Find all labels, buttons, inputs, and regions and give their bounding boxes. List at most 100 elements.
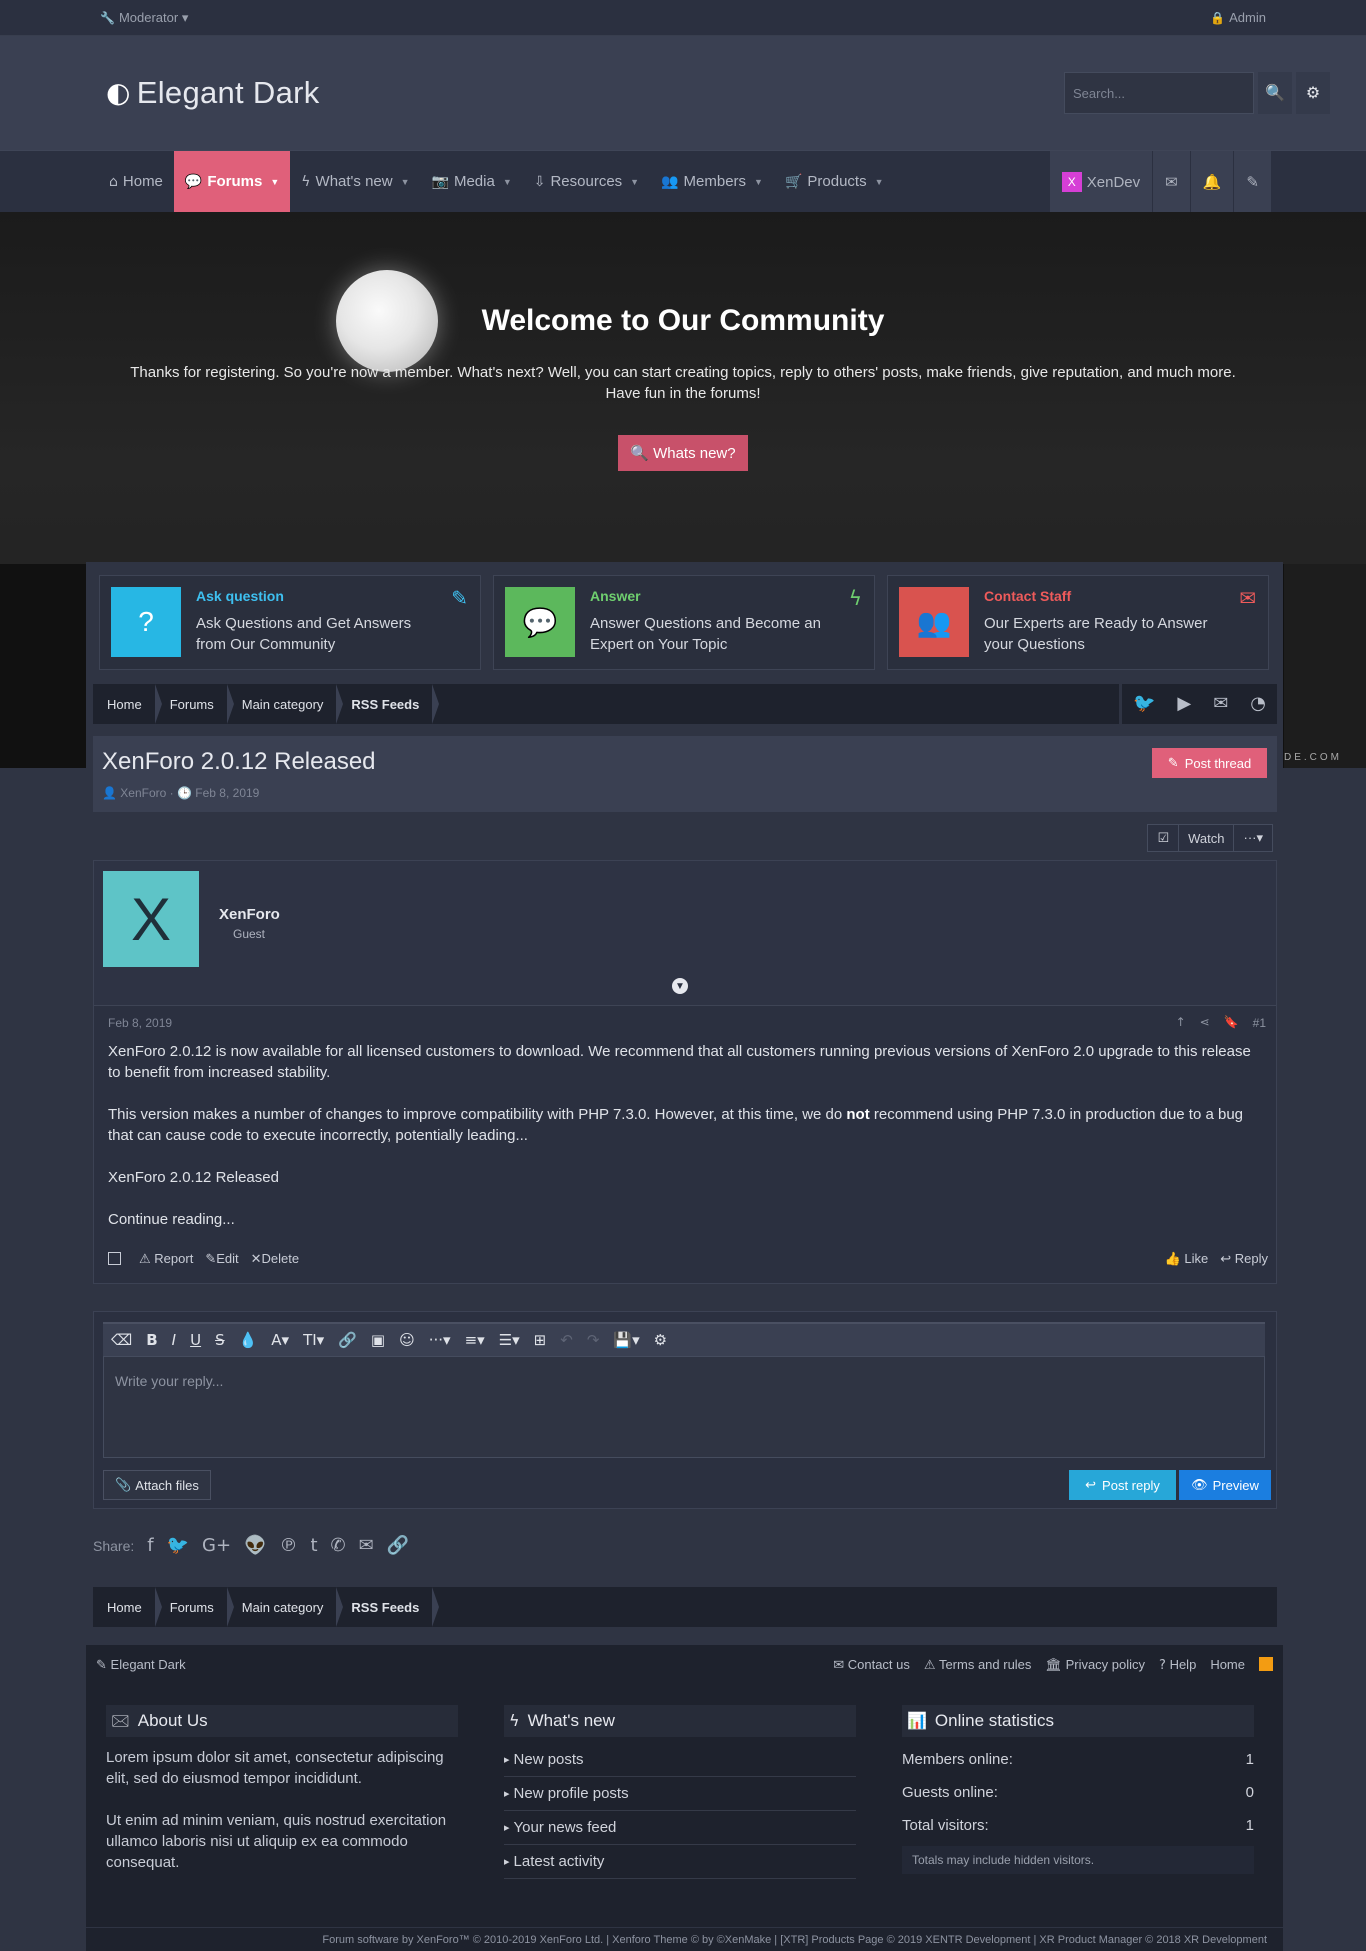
breadcrumb-main-category[interactable]: Main category: [228, 684, 344, 724]
card-ask-question[interactable]: ? Ask question Ask Questions and Get Answ…: [99, 575, 481, 670]
nav-resources[interactable]: ⇩ Resources ▼: [523, 151, 650, 212]
like-button[interactable]: 👍 Like: [1165, 1251, 1209, 1266]
smiley-icon[interactable]: ☺: [399, 1332, 415, 1348]
rss-icon[interactable]: [1259, 1657, 1273, 1671]
post-select-checkbox[interactable]: [108, 1252, 121, 1265]
continue-reading-link[interactable]: Continue reading...: [108, 1209, 1258, 1230]
eraser-icon[interactable]: ⌫: [111, 1332, 132, 1348]
list-item[interactable]: New profile posts: [504, 1777, 856, 1811]
search-button[interactable]: 🔍: [1258, 72, 1292, 114]
underline-icon[interactable]: U: [190, 1332, 201, 1348]
expand-icon[interactable]: ▼: [672, 978, 688, 994]
chevron-down-icon[interactable]: ▼: [503, 177, 512, 187]
nav-whats-new[interactable]: ϟ What's new ▼: [290, 151, 420, 212]
edit-post-button[interactable]: ✎Edit: [205, 1251, 238, 1266]
thread-author[interactable]: XenForo: [120, 786, 166, 800]
list-item[interactable]: New posts: [504, 1743, 856, 1777]
footer-help-link[interactable]: ? Help: [1159, 1657, 1196, 1672]
nav-products[interactable]: 🛒 Products ▼: [774, 151, 895, 212]
user-account-link[interactable]: X XenDev: [1048, 151, 1153, 213]
envelope-icon[interactable]: ✉: [1213, 695, 1228, 713]
footer-home-link[interactable]: Home: [1210, 1657, 1245, 1672]
edit-button[interactable]: ✎: [1233, 151, 1271, 213]
chevron-down-icon[interactable]: ▼: [754, 177, 763, 187]
nav-members[interactable]: 👥 Members ▼: [650, 151, 774, 212]
youtube-icon[interactable]: ▶: [1177, 695, 1191, 713]
chevron-down-icon[interactable]: ▼: [875, 177, 884, 187]
nav-forums[interactable]: 💬 Forums ▼: [173, 151, 291, 212]
select-checkbox[interactable]: ☑: [1148, 825, 1179, 851]
breadcrumb-home[interactable]: Home: [93, 1587, 162, 1627]
chevron-down-icon[interactable]: ▼: [630, 177, 639, 187]
breadcrumb-home[interactable]: Home: [93, 684, 162, 724]
twitter-icon[interactable]: 🐦: [167, 1537, 189, 1555]
strikethrough-icon[interactable]: S: [215, 1332, 225, 1348]
chevron-down-icon[interactable]: ▼: [270, 177, 279, 187]
breadcrumb-rss-feeds[interactable]: RSS Feeds: [337, 1587, 440, 1627]
undo-icon[interactable]: ↶: [560, 1332, 573, 1348]
alerts-button[interactable]: 🔔: [1189, 151, 1234, 213]
nav-home[interactable]: ⌂ Home: [98, 151, 174, 212]
more-options-button[interactable]: ···▾: [1233, 825, 1272, 851]
breadcrumb-forums[interactable]: Forums: [156, 1587, 234, 1627]
list-icon[interactable]: ☰▾: [499, 1332, 520, 1348]
google-plus-icon[interactable]: G+: [202, 1537, 231, 1555]
font-family-icon[interactable]: A▾: [271, 1332, 289, 1348]
bookmark-icon[interactable]: 🔖: [1224, 1016, 1239, 1030]
site-logo[interactable]: ◐ Elegant Dark: [106, 75, 320, 111]
report-button[interactable]: ⚠ Report: [139, 1251, 193, 1266]
post-username[interactable]: XenForo: [219, 906, 280, 923]
search-input[interactable]: Search...: [1064, 72, 1254, 114]
arrow-up-icon[interactable]: ↑: [1176, 1016, 1186, 1030]
breadcrumb-main-category[interactable]: Main category: [228, 1587, 344, 1627]
pinterest-icon[interactable]: ℗: [279, 1537, 297, 1555]
link-icon[interactable]: 🔗: [387, 1537, 409, 1555]
image-icon[interactable]: ▣: [371, 1332, 385, 1348]
breadcrumb-forums[interactable]: Forums: [156, 684, 234, 724]
facebook-icon[interactable]: f: [147, 1537, 153, 1555]
post-thread-button[interactable]: ✎ Post thread: [1152, 748, 1267, 778]
reply-textarea[interactable]: Write your reply...: [103, 1356, 1265, 1458]
preview-button[interactable]: 👁 Preview: [1179, 1470, 1271, 1500]
link-icon[interactable]: 🔗: [338, 1332, 357, 1348]
footer-terms-link[interactable]: ⚠ Terms and rules: [924, 1657, 1032, 1672]
card-contact-staff[interactable]: 👥 Contact Staff Our Experts are Ready to …: [887, 575, 1269, 670]
post-number[interactable]: #1: [1253, 1016, 1266, 1030]
more-icon[interactable]: ···▾: [429, 1332, 451, 1348]
footer-contact-link[interactable]: ✉ Contact us: [833, 1657, 910, 1672]
reddit-icon[interactable]: 👽: [244, 1537, 266, 1555]
italic-icon[interactable]: I: [172, 1332, 176, 1348]
table-icon[interactable]: ⊞: [534, 1332, 547, 1348]
breadcrumb-rss-feeds[interactable]: RSS Feeds: [337, 684, 440, 724]
nav-media[interactable]: 📷 Media ▼: [421, 151, 523, 212]
envelope-icon[interactable]: ✉: [359, 1537, 374, 1555]
moderator-menu[interactable]: 🔧 Moderator ▾: [100, 10, 188, 26]
search-settings-button[interactable]: ⚙: [1296, 72, 1330, 114]
post-date[interactable]: Feb 8, 2019: [108, 1016, 172, 1030]
footer-brand[interactable]: ✎ Elegant Dark: [96, 1657, 186, 1672]
admin-link[interactable]: 🔒 Admin: [1210, 10, 1266, 25]
list-item[interactable]: Latest activity: [504, 1845, 856, 1879]
chevron-down-icon[interactable]: ▼: [401, 177, 410, 187]
save-draft-icon[interactable]: 💾▾: [613, 1332, 639, 1348]
gear-icon[interactable]: ⚙: [654, 1332, 667, 1348]
tumblr-icon[interactable]: t: [310, 1537, 317, 1555]
color-icon[interactable]: 💧: [239, 1332, 258, 1348]
whats-new-button[interactable]: 🔍 Whats new?: [618, 435, 748, 471]
watch-button[interactable]: Watch: [1178, 825, 1234, 851]
attach-files-button[interactable]: 📎 Attach files: [103, 1470, 211, 1500]
twitter-icon[interactable]: 🐦: [1133, 695, 1155, 713]
whatsapp-icon[interactable]: ✆: [331, 1537, 346, 1555]
card-answer[interactable]: 💬 Answer Answer Questions and Become an E…: [493, 575, 875, 670]
delete-button[interactable]: ✕Delete: [251, 1251, 299, 1266]
footer-privacy-link[interactable]: 🏛 Privacy policy: [1045, 1657, 1145, 1672]
rss-icon[interactable]: ◔: [1250, 695, 1266, 713]
align-icon[interactable]: ≡▾: [465, 1332, 485, 1348]
inbox-button[interactable]: ✉: [1152, 151, 1190, 213]
avatar[interactable]: X: [103, 871, 199, 967]
list-item[interactable]: Your news feed: [504, 1811, 856, 1845]
redo-icon[interactable]: ↷: [587, 1332, 600, 1348]
font-size-icon[interactable]: TI▾: [303, 1332, 324, 1348]
bold-icon[interactable]: B: [146, 1332, 157, 1348]
share-icon[interactable]: ⋖: [1200, 1016, 1210, 1030]
